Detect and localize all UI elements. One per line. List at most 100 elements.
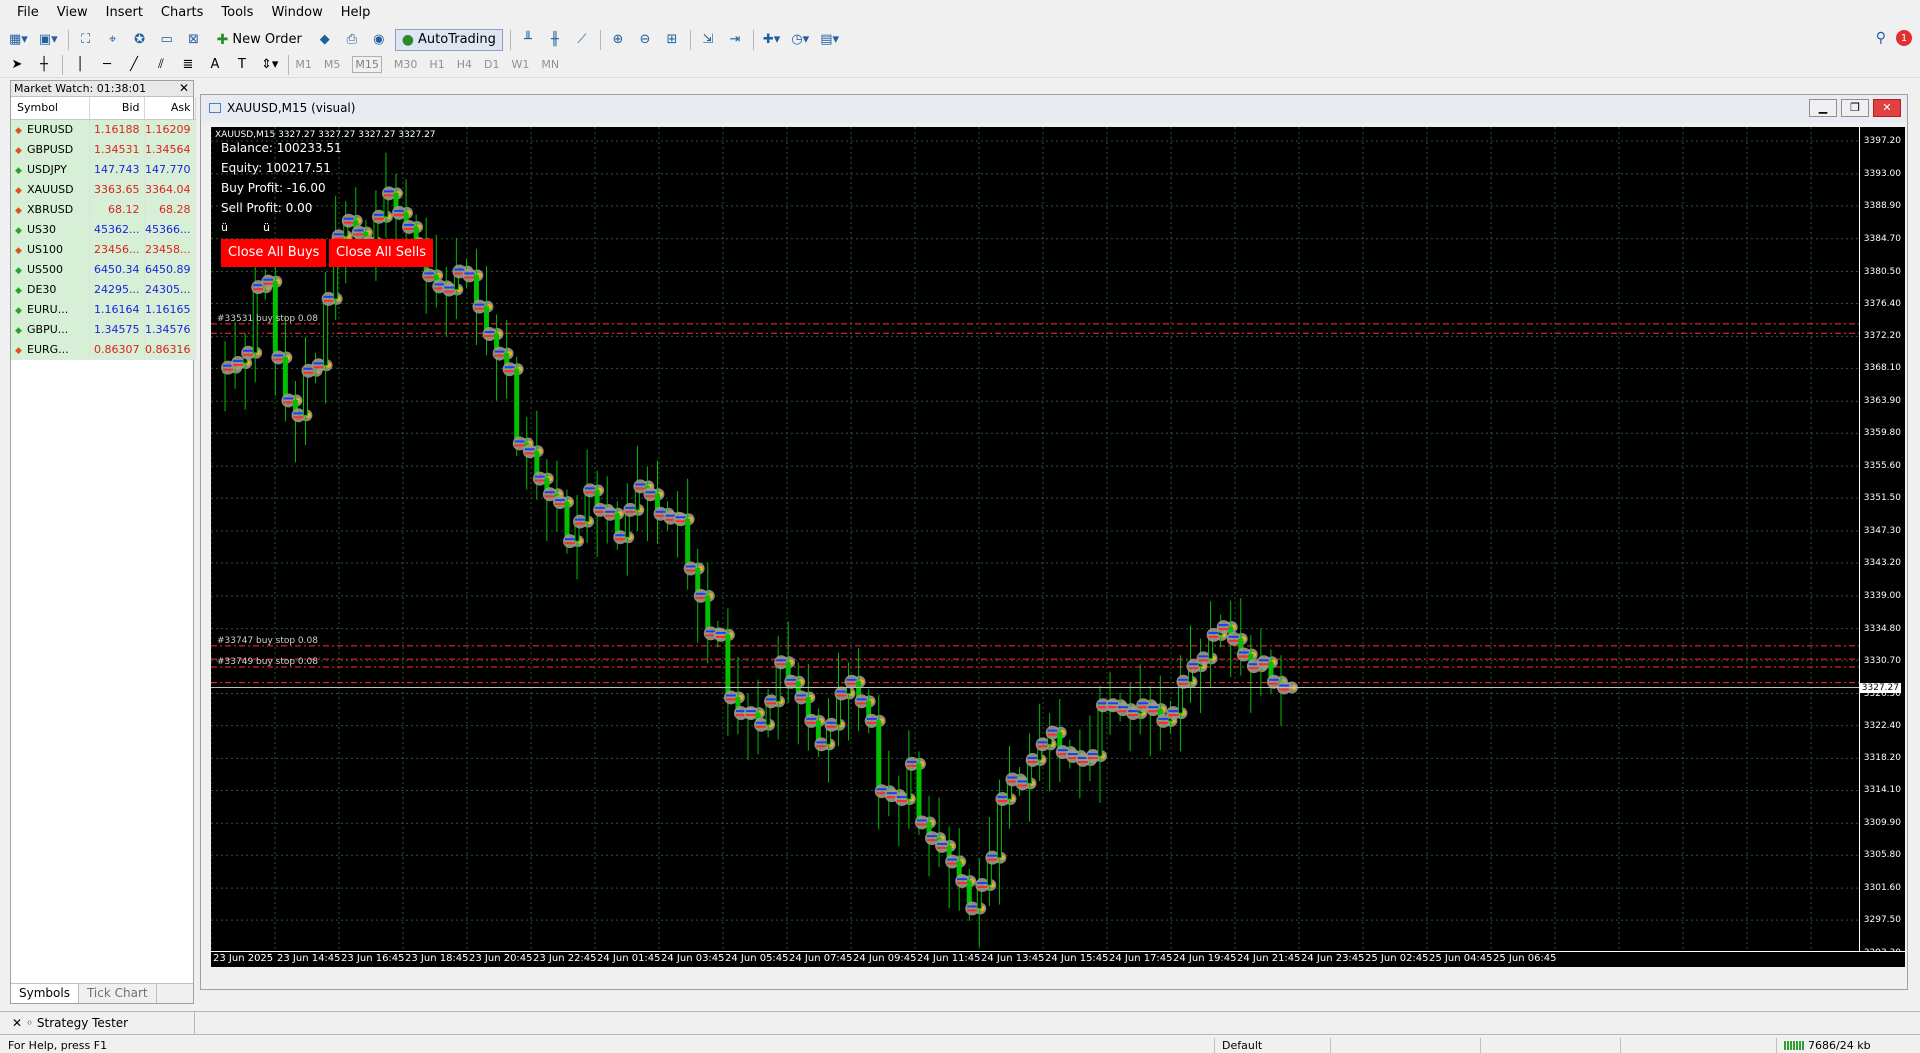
bar-chart-icon[interactable]: ╨ [517, 29, 539, 51]
indicators-icon[interactable]: ✚▾ [760, 29, 783, 51]
fibonacci-icon[interactable]: ≣ [177, 54, 199, 76]
timeframe-h4[interactable]: H4 [457, 58, 472, 71]
time-tick-label: 24 Jun 19:45 [1173, 953, 1237, 964]
timeframe-m30[interactable]: M30 [394, 58, 418, 71]
close-icon[interactable]: ✕ [179, 81, 189, 96]
price-axis[interactable]: 3397.20 3393.00 3388.90 3384.70 3380.50 3376.… [1859, 127, 1905, 967]
status-bar: For Help, press F1 Default 7686/24 kb [0, 1038, 1920, 1053]
print-icon[interactable]: ⎙ [341, 29, 363, 51]
column-header-ask[interactable]: Ask [144, 97, 196, 120]
strategy-tester-icon[interactable]: ⊠ [183, 29, 205, 51]
candlestick-icon[interactable]: ╫ [544, 29, 566, 51]
timeframe-m1[interactable]: M1 [295, 58, 312, 71]
timeframe-m5[interactable]: M5 [324, 58, 341, 71]
price-tick-label: 3305.80 [1863, 850, 1901, 861]
table-row[interactable]: ◆ EURU... 1.16164 1.16165 [11, 299, 196, 320]
bid-cell: 68.12 [89, 199, 145, 220]
chart-plot-area[interactable]: XAUUSD,M15 3327.27 3327.27 3327.27 3327.… [211, 127, 1859, 967]
tile-windows-icon[interactable]: ⊞ [661, 29, 683, 51]
table-row[interactable]: ◆ DE30 24295... 24305... [11, 279, 196, 300]
templates-icon[interactable]: ▤▾ [817, 29, 842, 51]
maximize-icon[interactable]: ❐ [1841, 99, 1869, 117]
bid-cell: 1.16164 [89, 299, 145, 320]
menu-charts[interactable]: Charts [152, 0, 213, 26]
table-row[interactable]: ◆ USDJPY 147.743 147.770 [11, 159, 196, 180]
table-row[interactable]: ◆ GBPU... 1.34575 1.34576 [11, 319, 196, 340]
timeframe-m15[interactable]: M15 [352, 56, 382, 73]
line-chart-icon[interactable]: ⟋ [571, 29, 593, 51]
plus-icon: ✚ [216, 31, 229, 48]
timeframe-h1[interactable]: H1 [429, 58, 444, 71]
timeframe-w1[interactable]: W1 [511, 58, 529, 71]
periods-icon[interactable]: ◷▾ [788, 29, 812, 51]
metaeditor-icon[interactable]: ◆ [314, 29, 336, 51]
timeframe-d1[interactable]: D1 [484, 58, 499, 71]
text-icon[interactable]: A [204, 54, 226, 76]
navigator-icon[interactable]: ✪ [129, 29, 151, 51]
chart-window-title: XAUUSD,M15 (visual) [227, 101, 356, 115]
vertical-line-icon[interactable]: │ [69, 54, 91, 76]
data-window-icon[interactable]: ⌖ [102, 29, 124, 51]
column-header-bid[interactable]: Bid [89, 97, 145, 120]
terminal-icon[interactable]: ▭ [156, 29, 178, 51]
table-row[interactable]: ◆ GBPUSD 1.34531 1.34564 [11, 139, 196, 160]
table-row[interactable]: ◆ XAUUSD 3363.65 3364.04 [11, 179, 196, 200]
table-row[interactable]: ◆ US500 6450.34 6450.89 [11, 259, 196, 280]
tab-symbols[interactable]: Symbols [11, 984, 79, 1003]
minimize-icon[interactable]: ▁ [1809, 99, 1837, 117]
new-order-button[interactable]: ✚ New Order [210, 29, 309, 51]
timeframe-mn[interactable]: MN [541, 58, 559, 71]
horizontal-line-icon[interactable]: ─ [96, 54, 118, 76]
signals-icon[interactable]: ◉ [368, 29, 390, 51]
chart-window-icon [209, 103, 221, 113]
table-row[interactable]: ◆ XBRUSD 68.12 68.28 [11, 199, 196, 220]
price-up-icon: ◆ [15, 325, 22, 336]
table-row[interactable]: ◆ EURG... 0.86307 0.86316 [11, 339, 196, 360]
chart-shift-icon[interactable]: ⇥ [724, 29, 746, 51]
market-watch-table: Symbol Bid Ask ◆ EURUSD 1.16188 1.16209 ◆ GBP… [11, 97, 196, 360]
ask-cell: 1.34576 [144, 319, 196, 340]
close-all-buys-button[interactable]: Close All Buys [221, 239, 327, 267]
autotrading-button[interactable]: ● AutoTrading [394, 28, 503, 51]
menu-help[interactable]: Help [332, 0, 380, 26]
close-terminal-icon[interactable]: ✕ [12, 1016, 22, 1030]
ask-cell: 1.34564 [144, 139, 196, 160]
text-label-icon[interactable]: T [231, 54, 253, 76]
cursor-icon[interactable]: ➤ [6, 54, 28, 76]
close-all-sells-button[interactable]: Close All Sells [329, 239, 434, 267]
table-row[interactable]: ◆ US100 23456... 23458... [11, 239, 196, 260]
symbol-name: USDJPY [27, 162, 67, 176]
strategy-tester-tab[interactable]: ◦ Strategy Tester [26, 1016, 128, 1030]
crosshair-icon[interactable]: ┼ [33, 54, 55, 76]
new-chart-icon[interactable]: ▦▾ [6, 29, 31, 51]
ea-glyph-a: ü [221, 221, 228, 234]
arrows-icon[interactable]: ⇕▾ [258, 54, 281, 76]
tab-tick-chart[interactable]: Tick Chart [79, 984, 157, 1003]
channel-icon[interactable]: ⫽ [150, 54, 172, 76]
menu-file[interactable]: File [8, 0, 48, 26]
menu-window[interactable]: Window [262, 0, 331, 26]
table-row[interactable]: ◆ US30 45362... 45366... [11, 219, 196, 240]
time-tick-label: 24 Jun 13:45 [981, 953, 1045, 964]
trendline-icon[interactable]: ╱ [123, 54, 145, 76]
candle-body [876, 720, 882, 792]
toolbar-right: ⚲ 1 [1876, 30, 1912, 46]
symbol-cell: ◆ US500 [11, 259, 90, 280]
menu-view[interactable]: View [48, 0, 97, 26]
time-axis[interactable]: 23 Jun 2025 23 Jun 14:45 23 Jun 16:45 23 Ju… [211, 951, 1905, 967]
zoom-in-icon[interactable]: ⊕ [607, 29, 629, 51]
market-watch-icon[interactable]: ⛶ [75, 29, 97, 51]
close-window-icon[interactable]: ✕ [1873, 99, 1901, 117]
bid-cell: 1.34575 [89, 319, 145, 340]
ask-cell: 1.16209 [144, 119, 196, 140]
time-tick-label: 24 Jun 21:45 [1237, 953, 1301, 964]
profiles-icon[interactable]: ▣▾ [36, 29, 61, 51]
search-icon[interactable]: ⚲ [1876, 30, 1886, 46]
alert-badge[interactable]: 1 [1896, 30, 1912, 46]
autoscroll-icon[interactable]: ⇲ [697, 29, 719, 51]
menu-tools[interactable]: Tools [212, 0, 262, 26]
zoom-out-icon[interactable]: ⊖ [634, 29, 656, 51]
menu-insert[interactable]: Insert [97, 0, 152, 26]
table-row[interactable]: ◆ EURUSD 1.16188 1.16209 [11, 119, 196, 140]
column-header-symbol[interactable]: Symbol [11, 97, 90, 120]
